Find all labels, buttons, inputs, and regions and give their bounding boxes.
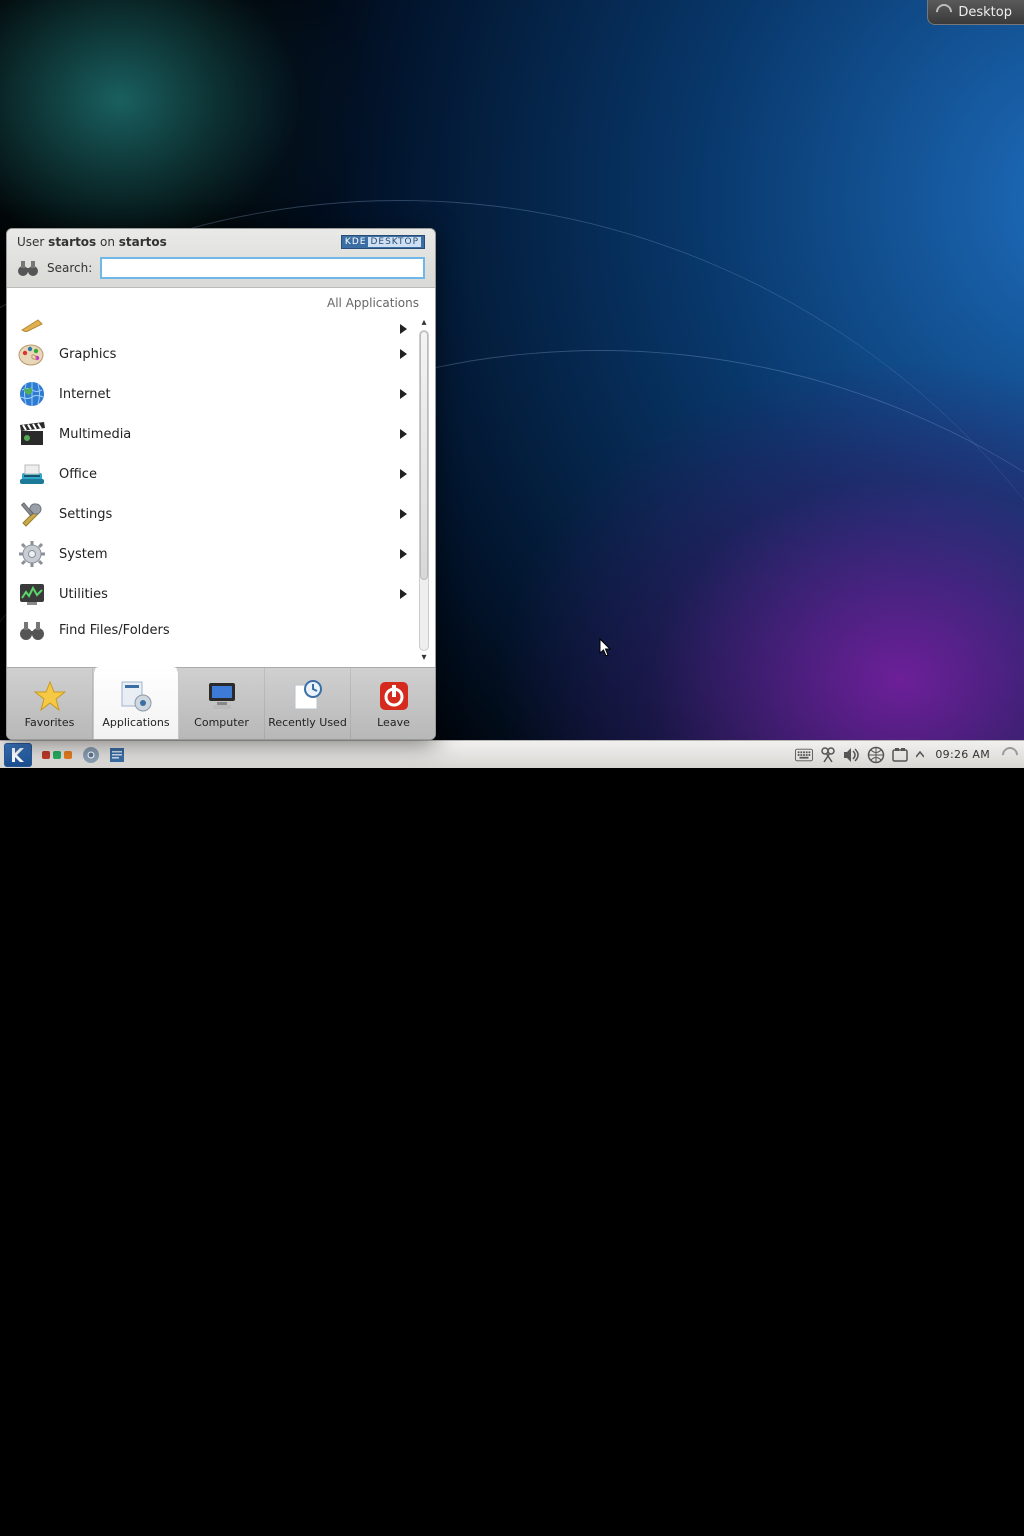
kickoff-header: User startos on startos KDEDESKTOP Searc… <box>7 229 435 288</box>
binoculars-icon <box>17 257 39 279</box>
kde-k-icon <box>9 746 27 764</box>
clapperboard-icon <box>17 419 47 449</box>
kickoff-launcher-button[interactable] <box>4 743 32 767</box>
category-label: Find Files/Folders <box>59 623 407 638</box>
applications-icon <box>119 679 153 713</box>
search-label: Search: <box>47 261 92 275</box>
mouse-cursor <box>599 638 613 658</box>
chevron-right-icon <box>400 389 407 399</box>
tab-recently-used[interactable]: Recently Used <box>265 668 351 739</box>
category-item-settings[interactable]: Settings <box>17 494 435 534</box>
category-label: Internet <box>59 387 400 402</box>
desktop-pager[interactable] <box>42 751 72 759</box>
category-label: Multimedia <box>59 427 400 442</box>
panel-cashew-icon[interactable] <box>999 743 1022 766</box>
scroll-down-icon[interactable]: ▾ <box>421 653 426 663</box>
tab-label: Favorites <box>25 716 75 729</box>
category-label: Settings <box>59 507 400 522</box>
tab-applications[interactable]: Applications <box>93 667 179 739</box>
palette-icon <box>17 339 47 369</box>
category-item-graphics[interactable]: Graphics <box>17 334 435 374</box>
globe-icon <box>17 379 47 409</box>
category-item-internet[interactable]: Internet <box>17 374 435 414</box>
chevron-right-icon <box>400 589 407 599</box>
cashew-icon <box>933 1 956 24</box>
chevron-right-icon <box>400 349 407 359</box>
tab-label: Computer <box>194 716 249 729</box>
category-label: System <box>59 547 400 562</box>
kickoff-breadcrumb[interactable]: All Applications <box>7 288 435 314</box>
kickoff-user-line: User startos on startos <box>17 235 167 249</box>
chromium-launcher-icon[interactable] <box>81 745 101 765</box>
chevron-right-icon <box>400 469 407 479</box>
tab-computer[interactable]: Computer <box>179 668 265 739</box>
pencil-icon <box>17 316 47 334</box>
kickoff-menu: User startos on startos KDEDESKTOP Searc… <box>6 228 436 740</box>
kickoff-tabs: Favorites Applications Computer Recently… <box>7 667 435 739</box>
desktop-toolbox-label: Desktop <box>958 5 1012 20</box>
chevron-right-icon <box>400 324 407 334</box>
tab-leave[interactable]: Leave <box>351 668 436 739</box>
recent-icon <box>291 679 325 713</box>
pager-desktop-3[interactable] <box>64 751 72 759</box>
klipper-icon[interactable] <box>819 746 837 764</box>
system-tray: 09:26 AM <box>795 741 1024 768</box>
chevron-right-icon <box>400 429 407 439</box>
keyboard-layout-icon[interactable] <box>795 746 813 764</box>
search-input[interactable] <box>100 257 425 279</box>
device-notifier-icon[interactable] <box>891 746 909 764</box>
category-item-office[interactable]: Office <box>17 454 435 494</box>
chevron-right-icon <box>400 509 407 519</box>
category-item-utilities[interactable]: Utilities <box>17 574 435 614</box>
desktop-toolbox[interactable]: Desktop <box>927 0 1024 25</box>
scroll-thumb[interactable] <box>420 331 428 580</box>
category-label: Graphics <box>59 347 400 362</box>
kde-desktop-badge: KDEDESKTOP <box>341 235 425 249</box>
binoculars-icon <box>17 615 47 645</box>
panel-clock[interactable]: 09:26 AM <box>931 748 994 761</box>
tab-favorites[interactable]: Favorites <box>7 668 93 739</box>
tab-label: Recently Used <box>268 716 347 729</box>
kickoff-category-list: Graphics Internet Multimedia Office <box>7 314 435 667</box>
scroll-track[interactable] <box>419 330 429 651</box>
chevron-right-icon <box>400 549 407 559</box>
notes-launcher-icon[interactable] <box>107 745 127 765</box>
category-label: Office <box>59 467 400 482</box>
pager-desktop-2[interactable] <box>53 751 61 759</box>
system-monitor-icon <box>17 579 47 609</box>
network-icon[interactable] <box>867 746 885 764</box>
scroll-up-icon[interactable]: ▴ <box>421 318 426 328</box>
pager-desktop-1[interactable] <box>42 751 50 759</box>
category-item-cut[interactable] <box>17 314 435 334</box>
kickoff-scrollbar[interactable]: ▴ ▾ <box>417 318 431 663</box>
category-item-system[interactable]: System <box>17 534 435 574</box>
category-item-find[interactable]: Find Files/Folders <box>17 614 435 646</box>
tab-label: Applications <box>102 716 169 729</box>
tab-label: Leave <box>377 716 410 729</box>
typewriter-icon <box>17 459 47 489</box>
computer-icon <box>205 679 239 713</box>
star-icon <box>33 679 67 713</box>
power-icon <box>377 679 411 713</box>
panel: 09:26 AM <box>0 740 1024 768</box>
tools-icon <box>17 499 47 529</box>
volume-icon[interactable] <box>843 746 861 764</box>
category-item-multimedia[interactable]: Multimedia <box>17 414 435 454</box>
gear-icon <box>17 539 47 569</box>
category-label: Utilities <box>59 587 400 602</box>
tray-expand-icon[interactable] <box>915 746 925 764</box>
